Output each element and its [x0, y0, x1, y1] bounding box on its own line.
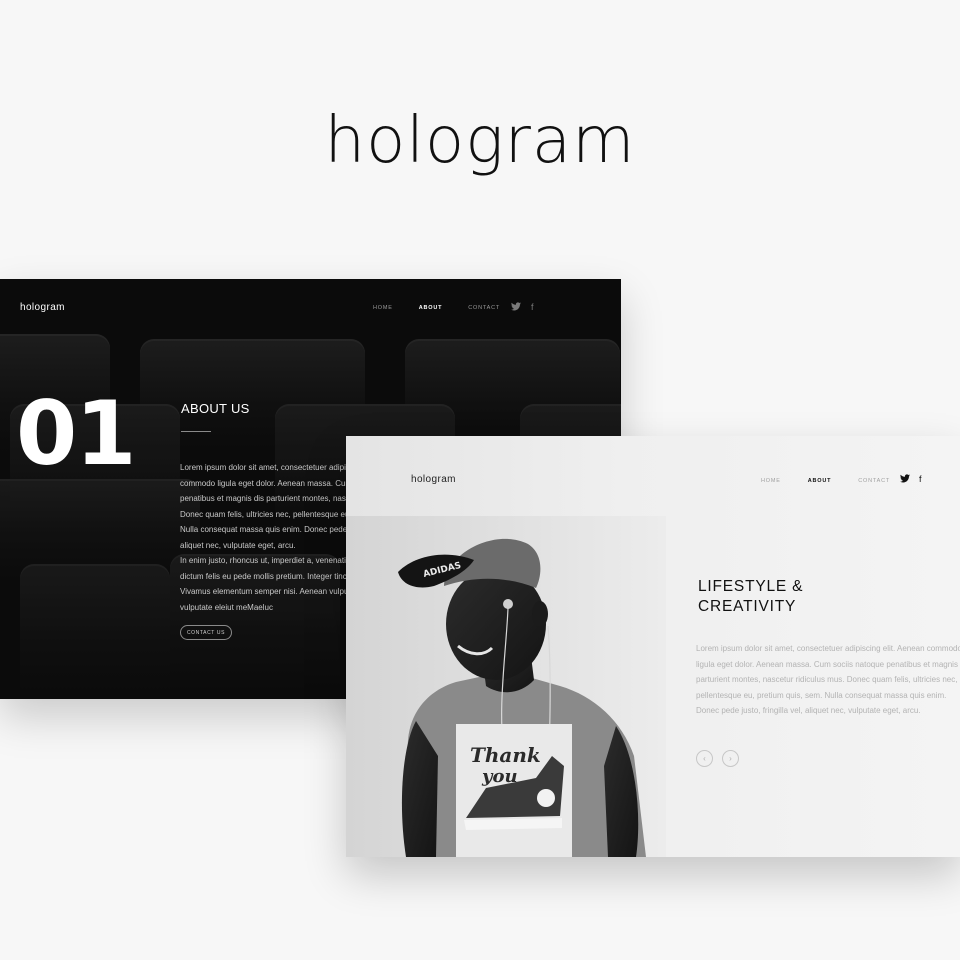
lifestyle-heading-line-1: LIFESTYLE & [698, 578, 804, 595]
heading-divider [181, 431, 211, 432]
dark-card-social: f [511, 302, 534, 313]
lifestyle-paragraph: Lorem ipsum dolor sit amet, consectetuer… [696, 644, 960, 715]
person-photo: ADIDAS Thank you [346, 516, 666, 857]
twitter-icon[interactable] [900, 474, 910, 485]
nav-item-home[interactable]: HOME [761, 478, 781, 484]
section-number: 01 [16, 382, 136, 485]
nav-item-contact[interactable]: CONTACT [468, 305, 500, 311]
nav-item-about[interactable]: ABOUT [808, 478, 832, 484]
dark-card-logo[interactable]: hologram [20, 302, 65, 313]
shirt-text-line-1: Thank [470, 743, 541, 767]
facebook-icon[interactable]: f [531, 302, 534, 313]
nav-item-about[interactable]: ABOUT [419, 305, 443, 311]
twitter-icon[interactable] [511, 302, 521, 313]
facebook-icon[interactable]: f [919, 474, 922, 485]
light-card-logo[interactable]: hologram [411, 474, 456, 485]
brand-title: hologram [324, 104, 636, 178]
nav-item-home[interactable]: HOME [373, 305, 393, 311]
light-lifestyle-card: hologram HOME ABOUT CONTACT f ADIDAS Tha… [346, 436, 960, 857]
arrow-right-icon: › [729, 754, 732, 763]
lifestyle-heading: LIFESTYLE & CREATIVITY [698, 577, 898, 617]
nav-item-contact[interactable]: CONTACT [858, 478, 890, 484]
dark-card-nav: HOME ABOUT CONTACT [373, 305, 526, 311]
contact-us-button[interactable]: CONTACT US [180, 625, 232, 640]
lifestyle-heading-line-2: CREATIVITY [698, 598, 797, 615]
light-card-nav: HOME ABOUT CONTACT [761, 478, 917, 484]
next-arrow-button[interactable]: › [722, 750, 739, 767]
prev-arrow-button[interactable]: ‹ [696, 750, 713, 767]
about-heading: ABOUT US [181, 401, 250, 416]
arrow-left-icon: ‹ [703, 754, 706, 763]
light-card-social: f [900, 474, 922, 485]
slider-arrows: ‹ › [696, 750, 739, 767]
